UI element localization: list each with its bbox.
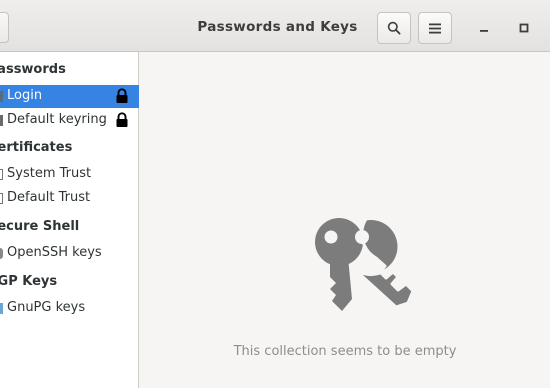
sidebar-item-login[interactable]: Login — [0, 85, 139, 108]
section-header-passwords: Passwords — [0, 62, 66, 77]
sidebar-item-label: OpenSSH keys — [7, 245, 102, 260]
section-header-pgp-keys: PGP Keys — [0, 274, 58, 289]
empty-state-message: This collection seems to be empty — [233, 344, 457, 359]
sidebar-item-label: GnuPG keys — [7, 300, 86, 315]
sidebar-item-openssh-keys[interactable]: OpenSSH keys — [0, 242, 139, 265]
sidebar: Passwords Login Default keyring Certific… — [0, 52, 139, 388]
sidebar-item-label: System Trust — [7, 166, 92, 181]
sidebar-item-default-keyring[interactable]: Default keyring — [0, 109, 139, 132]
ssh-key-icon — [0, 248, 3, 259]
sidebar-item-gnupg-keys[interactable]: GnuPG keys — [0, 297, 139, 320]
hamburger-menu-icon — [429, 23, 441, 33]
maximize-button[interactable] — [512, 16, 536, 40]
header-bar: Passwords and Keys — [0, 0, 550, 52]
main-content: This collection seems to be empty — [140, 52, 550, 388]
keyring-icon — [0, 91, 3, 102]
back-button[interactable] — [0, 12, 9, 43]
keyring-icon — [0, 115, 3, 126]
lock-icon — [115, 112, 129, 132]
section-header-secure-shell: Secure Shell — [0, 219, 80, 234]
minimize-icon — [480, 30, 488, 32]
keys-icon — [315, 217, 415, 311]
sidebar-item-system-trust[interactable]: System Trust — [0, 163, 139, 186]
menu-button[interactable] — [418, 12, 452, 44]
sidebar-item-default-trust[interactable]: Default Trust — [0, 187, 139, 210]
lock-icon — [115, 88, 129, 108]
search-button[interactable] — [377, 12, 411, 44]
sidebar-item-label: Login — [7, 88, 43, 103]
certificate-icon — [0, 193, 3, 204]
window-title: Passwords and Keys — [197, 19, 358, 35]
sidebar-item-label: Default Trust — [7, 190, 91, 205]
minimize-button[interactable] — [472, 16, 496, 40]
maximize-icon — [519, 23, 529, 33]
gpg-key-icon — [0, 303, 3, 314]
section-header-certificates: Certificates — [0, 140, 73, 155]
search-icon — [387, 21, 401, 35]
sidebar-item-label: Default keyring — [7, 112, 107, 127]
certificate-icon — [0, 169, 3, 180]
